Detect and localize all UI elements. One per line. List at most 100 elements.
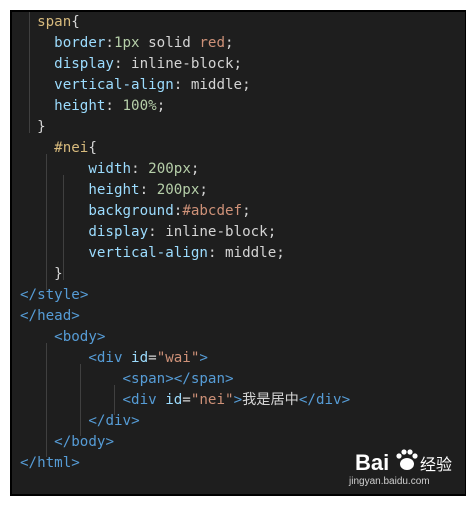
code-token: id (122, 350, 149, 366)
code-line: height: 100%; (20, 96, 165, 117)
watermark-brand-left: Bai (355, 450, 389, 475)
code-line: span{ (20, 12, 80, 33)
code-line: <div id="wai"> (20, 348, 208, 369)
code-token: ; (242, 203, 251, 219)
code-line: background:#abcdef; (20, 201, 251, 222)
code-token: style (37, 287, 80, 303)
code-token: red (199, 35, 226, 51)
code-line: width: 200px; (20, 159, 199, 180)
code-token: : (105, 98, 123, 114)
code-token: div (105, 413, 132, 429)
baidu-paw-icon (396, 449, 418, 470)
code-token: 200px (156, 182, 200, 198)
watermark-url: jingyan.baidu.com (348, 476, 430, 487)
code-token: : (105, 35, 114, 51)
code-token: > (233, 392, 243, 408)
code-token: : (131, 161, 149, 177)
code-token: < (122, 371, 132, 387)
code-line: </body> (20, 432, 114, 453)
code-token: body (71, 434, 106, 450)
code-line: </div> (20, 411, 140, 432)
code-line: vertical-align: middle; (20, 243, 285, 264)
code-line: #nei{ (20, 138, 97, 159)
code-editor[interactable]: span{ border:1px solid red; display: inl… (12, 12, 465, 494)
code-token: : middle; (207, 245, 285, 261)
code-line: height: 200px; (20, 180, 208, 201)
code-token: { (71, 14, 80, 30)
code-token: : inline-block; (113, 56, 243, 72)
code-token: border (54, 35, 106, 51)
code-token: </ (54, 434, 72, 450)
code-token: 我是居中 (242, 392, 299, 408)
code-token: background (88, 203, 174, 219)
code-token: > (71, 308, 80, 324)
code-line: <body> (20, 327, 105, 348)
baidu-jingyan-watermark: Bai 经验 jingyan.baidu.com (348, 449, 452, 487)
code-token: span (190, 371, 226, 387)
code-token: solid (139, 35, 200, 51)
code-token: < (54, 329, 63, 345)
code-token: "nei" (190, 392, 234, 408)
code-token: > (199, 350, 208, 366)
code-line: </html> (20, 453, 80, 474)
code-line: vertical-align: middle; (20, 75, 250, 96)
code-token: ; (199, 182, 208, 198)
code-line: } (20, 117, 46, 138)
code-line: </style> (20, 285, 88, 306)
watermark-brand-right: 经验 (420, 455, 452, 474)
code-token: ; (190, 161, 200, 177)
code-token: > (131, 413, 140, 429)
code-token: ; (225, 35, 234, 51)
code-token: head (37, 308, 72, 324)
code-token: width (88, 161, 132, 177)
code-token: </ (298, 392, 316, 408)
code-token: #nei (54, 140, 89, 156)
code-token: > (225, 371, 234, 387)
code-line: } (20, 264, 63, 285)
code-line: </head> (20, 306, 80, 327)
code-token: </ (88, 413, 106, 429)
code-token: html (37, 455, 72, 471)
code-token: span (131, 371, 166, 387)
code-token: > (105, 434, 114, 450)
code-token: = (182, 392, 191, 408)
code-token: { (88, 140, 97, 156)
code-token: </ (20, 455, 38, 471)
code-line: display: inline-block; (20, 54, 242, 75)
code-token: > (71, 455, 80, 471)
code-token: div (131, 392, 157, 408)
code-token: = (148, 350, 157, 366)
code-token: > (79, 287, 89, 303)
code-token: ></ (165, 371, 191, 387)
code-token: : inline-block; (148, 224, 277, 240)
code-token: 100% (122, 98, 157, 114)
code-token: </ (20, 287, 38, 303)
code-token: > (341, 392, 351, 408)
code-line: display: inline-block; (20, 222, 276, 243)
code-token: div (315, 392, 342, 408)
code-token: < (88, 350, 97, 366)
code-line: <div id="nei">我是居中</div> (20, 390, 351, 411)
code-token: </ (20, 308, 38, 324)
code-token: div (96, 350, 123, 366)
code-token: vertical-align (54, 77, 174, 93)
code-token: vertical-align (88, 245, 208, 261)
code-token: : (139, 182, 157, 198)
code-token: "wai" (156, 350, 200, 366)
